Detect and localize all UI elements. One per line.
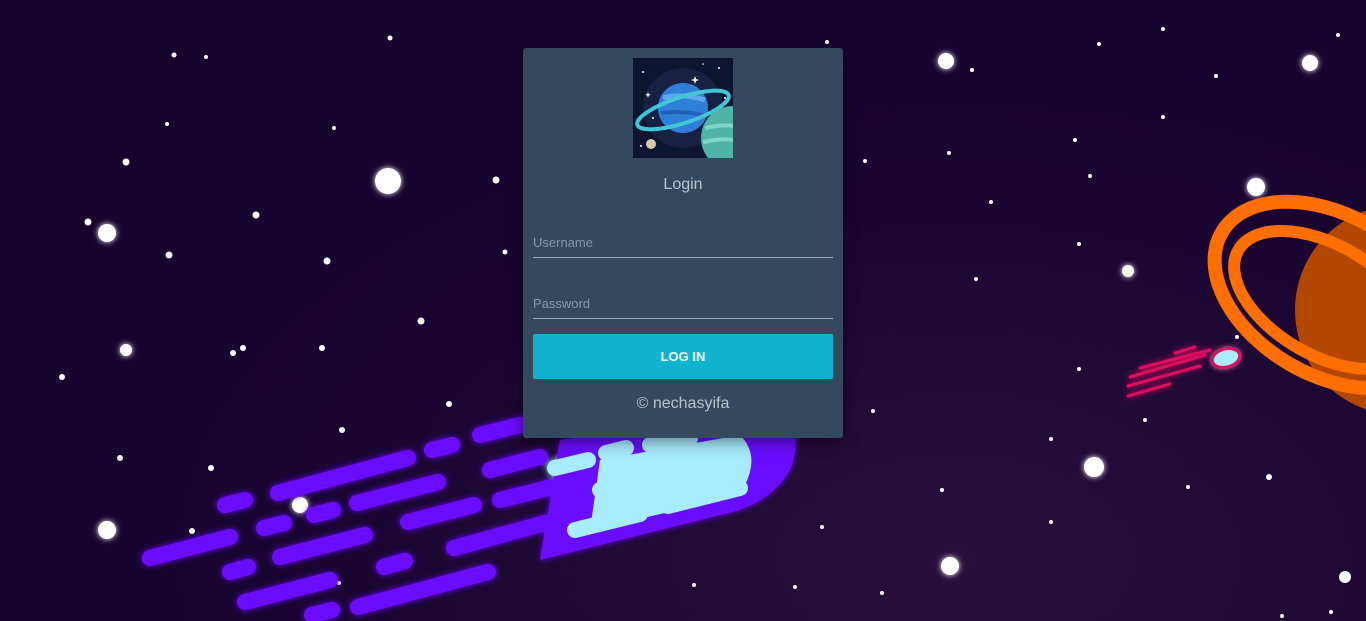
username-input[interactable] [533, 228, 833, 258]
password-input[interactable] [533, 289, 833, 319]
login-title: Login [663, 176, 703, 193]
orange-planet [1207, 194, 1366, 410]
login-button[interactable]: LOG IN [533, 334, 833, 379]
planet-logo-icon [633, 58, 733, 158]
comet [1126, 345, 1242, 398]
copyright-footer: © nechasyifa [636, 395, 730, 412]
login-card: Login LOG IN © nechasyifa [523, 48, 843, 438]
meteor [142, 410, 796, 621]
